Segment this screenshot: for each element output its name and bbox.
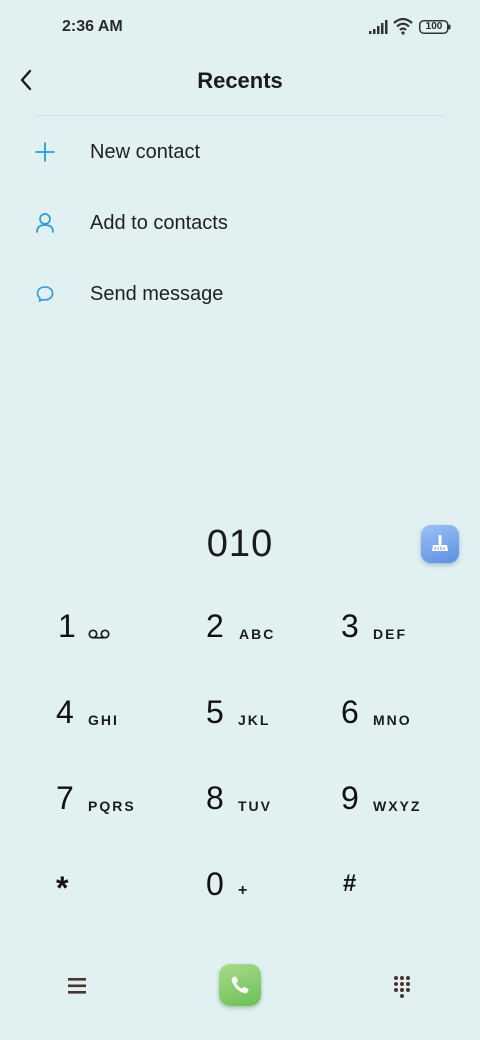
broom-icon bbox=[432, 535, 448, 551]
key-9[interactable]: 9 WXYZ bbox=[325, 762, 475, 842]
key-digit: 2 bbox=[206, 608, 224, 644]
divider bbox=[36, 115, 444, 116]
phone-icon bbox=[231, 976, 249, 994]
key-letters: + bbox=[238, 882, 250, 899]
key-hash[interactable]: # bbox=[325, 848, 475, 928]
key-letters: WXYZ bbox=[373, 798, 422, 814]
hamburger-menu-icon bbox=[68, 978, 86, 994]
dialed-number: 010 bbox=[206, 523, 274, 565]
key-digit: # bbox=[343, 870, 357, 897]
key-digit: 5 bbox=[206, 694, 224, 730]
key-digit: 4 bbox=[56, 694, 74, 730]
key-star[interactable]: * bbox=[40, 848, 190, 928]
key-digit: 3 bbox=[341, 608, 359, 644]
key-1[interactable]: 1 bbox=[40, 590, 190, 670]
key-7[interactable]: 7 PQRS bbox=[40, 762, 190, 842]
key-letters: DEF bbox=[373, 626, 407, 642]
key-digit: * bbox=[56, 870, 69, 906]
key-6[interactable]: 6 MNO bbox=[325, 676, 475, 756]
key-3[interactable]: 3 DEF bbox=[325, 590, 475, 670]
battery-level: 100 bbox=[425, 21, 443, 32]
key-letters: ABC bbox=[239, 626, 276, 642]
send-message-label: Send message bbox=[90, 283, 224, 305]
key-digit: 1 bbox=[58, 608, 76, 644]
call-button[interactable] bbox=[219, 964, 261, 1006]
key-letters: PQRS bbox=[88, 798, 136, 814]
add-to-contacts-item[interactable]: Add to contacts bbox=[0, 193, 480, 253]
key-letters: GHI bbox=[88, 712, 119, 728]
add-to-contacts-label: Add to contacts bbox=[90, 212, 228, 234]
key-2[interactable]: 2 ABC bbox=[190, 590, 340, 670]
key-digit: 6 bbox=[341, 694, 359, 730]
plus-icon bbox=[33, 140, 57, 164]
key-letters: MNO bbox=[373, 712, 412, 728]
status-bar: 2:36 AM 100 bbox=[0, 0, 480, 56]
key-digit: 8 bbox=[206, 780, 224, 816]
new-contact-label: New contact bbox=[90, 141, 201, 163]
key-digit: 9 bbox=[341, 780, 359, 816]
key-5[interactable]: 5 JKL bbox=[190, 676, 340, 756]
dialpad-toggle-button[interactable] bbox=[390, 974, 414, 998]
dialpad-icon bbox=[394, 976, 410, 998]
page-title: Recents bbox=[197, 68, 283, 93]
bottom-bar bbox=[0, 950, 480, 1020]
cleaner-button[interactable] bbox=[421, 525, 459, 563]
status-time: 2:36 AM bbox=[62, 18, 123, 35]
key-digit: 0 bbox=[206, 866, 224, 902]
battery-icon: 100 bbox=[419, 20, 451, 34]
key-letters: JKL bbox=[238, 712, 271, 728]
key-letters: TUV bbox=[238, 798, 272, 814]
key-8[interactable]: 8 TUV bbox=[190, 762, 340, 842]
send-message-item[interactable]: Send message bbox=[0, 264, 480, 324]
key-digit: 7 bbox=[56, 780, 74, 816]
message-bubble-icon bbox=[33, 282, 57, 306]
wifi-icon bbox=[393, 17, 413, 35]
key-0[interactable]: 0 + bbox=[190, 848, 340, 928]
person-icon bbox=[33, 211, 57, 235]
key-4[interactable]: 4 GHI bbox=[40, 676, 190, 756]
dialer-screen: 2:36 AM 100 Recents New contact Add to c… bbox=[0, 0, 480, 1040]
new-contact-item[interactable]: New contact bbox=[0, 122, 480, 182]
signal-icon bbox=[369, 20, 388, 34]
header: Recents bbox=[0, 56, 480, 106]
menu-button[interactable] bbox=[62, 974, 92, 998]
voicemail-icon bbox=[88, 629, 110, 639]
